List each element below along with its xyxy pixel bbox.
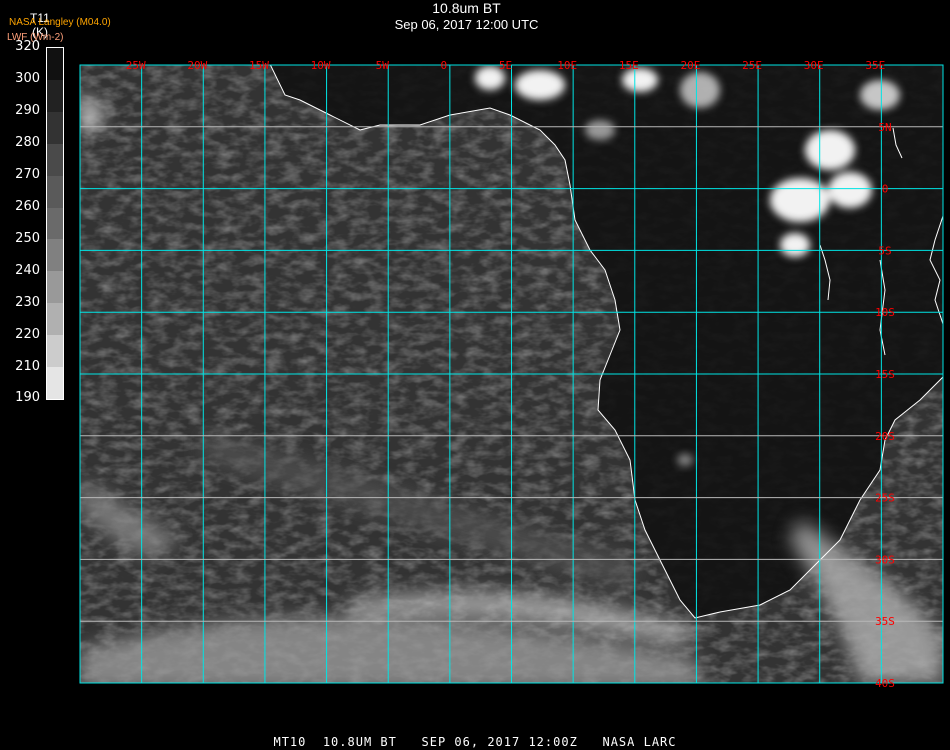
- longitude-label: 15E: [619, 59, 639, 72]
- longitude-label: 25E: [742, 59, 762, 72]
- latitude-label: 10S: [875, 306, 895, 319]
- longitude-label: 15W: [249, 59, 269, 72]
- longitude-label: 10W: [311, 59, 331, 72]
- longitude-label: 30E: [804, 59, 824, 72]
- footer-caption: MT10 10.8UM BT SEP 06, 2017 12:00Z NASA …: [273, 735, 677, 749]
- latitude-label: 35S: [875, 615, 895, 628]
- satellite-map: 25W 20W 15W 10W 5W 0 5E 10E 15E 20E 25E 30E 35E 5N 0 5S…: [79, 59, 944, 690]
- longitude-label: 5E: [499, 59, 512, 72]
- longitude-label: 5W: [376, 59, 390, 72]
- longitude-label: 10E: [557, 59, 577, 72]
- latitude-label: 15S: [875, 368, 895, 381]
- longitude-label: 0: [441, 59, 448, 72]
- latitude-label: 40S: [875, 677, 895, 690]
- latitude-label: 5N: [878, 121, 891, 134]
- latitude-label: 20S: [875, 430, 895, 443]
- longitude-label: 20W: [187, 59, 207, 72]
- latitude-label: 25S: [875, 492, 895, 505]
- longitude-label: 35E: [865, 59, 885, 72]
- latitude-label: 0: [882, 183, 889, 196]
- longitude-label: 20E: [680, 59, 700, 72]
- longitude-label: 25W: [126, 59, 146, 72]
- latitude-label: 30S: [875, 553, 895, 566]
- latitude-label: 5S: [878, 244, 891, 257]
